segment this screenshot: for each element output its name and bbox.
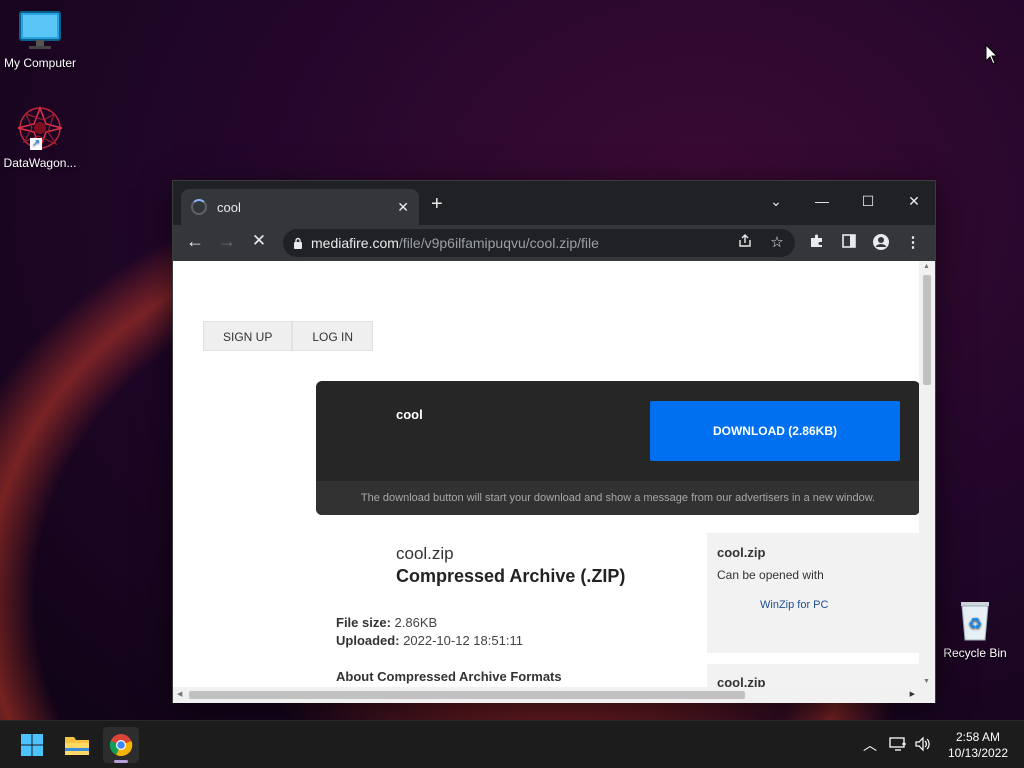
desktop-icon-datawagon[interactable]: ↗ DataWagon... <box>0 105 80 170</box>
opener-card: cool.zip Can be opened with WinZip for P… <box>707 533 921 653</box>
volume-icon[interactable] <box>914 736 932 755</box>
opener-card-title: cool.zip <box>717 545 766 560</box>
clock-time: 2:58 AM <box>955 730 1001 744</box>
datawagon-logo-icon: ↗ <box>16 105 64 152</box>
folder-icon <box>65 737 89 755</box>
stop-loading-button[interactable]: ✕ <box>247 231 271 251</box>
active-app-indicator <box>114 760 128 763</box>
horizontal-scroll-thumb[interactable] <box>189 691 745 699</box>
tab-cool[interactable]: cool ✕ <box>181 189 419 225</box>
file-explorer-button[interactable] <box>59 727 95 763</box>
bookmark-star-icon[interactable]: ☆ <box>767 233 787 251</box>
vertical-scroll-thumb[interactable] <box>923 275 931 385</box>
desktop-icon-label: DataWagon... <box>3 156 77 170</box>
recycle-bin-icon: ♻ <box>955 598 995 642</box>
desktop-icon-label: Recycle Bin <box>943 646 1007 660</box>
mouse-pointer-icon <box>985 43 999 71</box>
about-heading: About Compressed Archive Formats <box>336 669 562 684</box>
browser-toolbar: ← → ✕ mediafire.com/file/v9p6ilfamipuqvu… <box>173 225 935 261</box>
file-size-value: 2.86KB <box>394 615 438 630</box>
uploaded-label: Uploaded: <box>336 633 400 648</box>
address-bar[interactable]: mediafire.com/file/v9p6ilfamipuqvu/cool.… <box>283 229 795 257</box>
start-button[interactable] <box>14 727 50 763</box>
file-type: Compressed Archive (.ZIP) <box>396 566 626 586</box>
log-in-button[interactable]: LOG IN <box>292 321 374 351</box>
extensions-puzzle-icon[interactable] <box>807 233 827 253</box>
side-panel-icon[interactable] <box>839 233 859 253</box>
new-tab-button[interactable]: + <box>431 193 443 216</box>
auth-bar: SIGN UP LOG IN <box>203 321 374 351</box>
close-window-button[interactable]: ✕ <box>891 187 937 215</box>
download-box: cool DOWNLOAD (2.86KB) The download butt… <box>316 381 920 515</box>
windows-logo-icon <box>21 734 43 756</box>
vertical-scrollbar[interactable]: ▲ ▼ <box>919 261 935 687</box>
address-path: /file/v9p6ilfamipuqvu/cool.zip/file <box>398 235 599 251</box>
sign-up-button[interactable]: SIGN UP <box>203 321 293 351</box>
system-clock[interactable]: 2:58 AM 10/13/2022 <box>940 729 1016 761</box>
svg-text:♻: ♻ <box>968 614 982 633</box>
scroll-up-arrow-icon[interactable]: ▲ <box>923 263 930 270</box>
desktop-icon-my-computer[interactable]: My Computer <box>0 10 80 70</box>
tab-search-icon[interactable]: ⌄ <box>753 187 799 215</box>
address-host: mediafire.com <box>311 235 399 251</box>
desktop-icon-label: My Computer <box>3 56 77 70</box>
download-note: The download button will start your down… <box>316 481 920 515</box>
file-name: cool.zip <box>396 544 454 563</box>
browser-window: cool ✕ + ⌄ — ☐ ✕ ← → ✕ mediafire.com/fil… <box>172 180 936 703</box>
kebab-menu-icon[interactable]: ⋮ <box>903 233 923 251</box>
scroll-left-arrow-icon[interactable]: ◀ <box>177 690 182 698</box>
monitor-icon <box>18 10 62 52</box>
show-hidden-icons-chevron-icon[interactable]: ︿ <box>863 735 877 755</box>
desktop-icon-recycle-bin[interactable]: ♻ Recycle Bin <box>935 598 1015 660</box>
chrome-taskbar-button[interactable] <box>103 727 139 763</box>
minimize-button[interactable]: — <box>799 187 845 215</box>
tab-title: cool <box>217 199 241 215</box>
page-content: SIGN UP LOG IN cool DOWNLOAD (2.86KB) Th… <box>173 261 935 703</box>
loading-spinner-icon <box>191 199 207 215</box>
chrome-icon <box>109 734 133 757</box>
download-button[interactable]: DOWNLOAD (2.86KB) <box>650 401 900 461</box>
lock-icon <box>293 237 303 249</box>
winzip-link[interactable]: WinZip for PC <box>760 599 828 611</box>
shortcut-arrow-icon: ↗ <box>30 138 42 150</box>
horizontal-scrollbar[interactable]: ◀ ▶ <box>173 687 935 703</box>
scroll-right-arrow-icon[interactable]: ▶ <box>910 690 915 698</box>
forward-button[interactable]: → <box>215 231 239 252</box>
back-button[interactable]: ← <box>183 231 207 252</box>
file-meta: File size: 2.86KB Uploaded: 2022-10-12 1… <box>336 614 523 650</box>
profile-avatar-icon[interactable] <box>871 233 891 255</box>
maximize-button[interactable]: ☐ <box>845 187 891 215</box>
uploaded-value: 2022-10-12 18:51:11 <box>403 633 523 648</box>
tab-strip: cool ✕ + ⌄ — ☐ ✕ <box>173 181 935 225</box>
clock-date: 10/13/2022 <box>947 746 1009 760</box>
file-size-label: File size: <box>336 615 391 630</box>
scroll-down-arrow-icon[interactable]: ▼ <box>923 678 930 685</box>
taskbar: ︿ 2:58 AM 10/13/2022 <box>0 720 1024 768</box>
opener-card-subtitle: Can be opened with <box>717 568 824 582</box>
share-icon[interactable] <box>735 233 755 253</box>
tab-close-icon[interactable]: ✕ <box>397 199 409 216</box>
file-info: cool.zip Compressed Archive (.ZIP) <box>396 544 625 587</box>
download-file-name: cool <box>396 407 423 422</box>
network-icon[interactable] <box>889 736 907 755</box>
